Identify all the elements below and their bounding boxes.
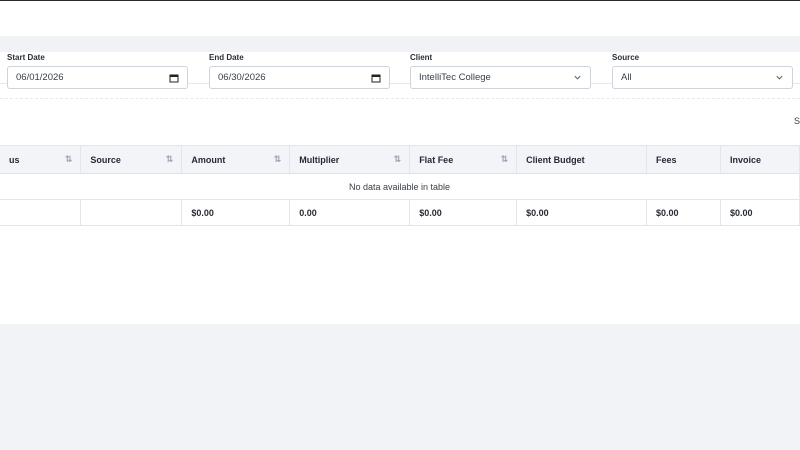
total-invoice: $0.00 (720, 199, 800, 226)
source-label: Source (612, 53, 640, 62)
total-source (80, 199, 183, 226)
column-flat-fee[interactable]: Flat Fee ⇅ (409, 145, 518, 174)
top-bar (0, 0, 800, 36)
calendar-icon[interactable] (371, 73, 381, 83)
end-date-input[interactable]: 06/30/2026 (209, 66, 390, 89)
empty-row: No data available in table (0, 173, 800, 200)
empty-message: No data available in table (0, 173, 800, 200)
calendar-icon[interactable] (169, 73, 179, 83)
sort-icon[interactable]: ⇅ (394, 154, 401, 165)
start-date-value: 06/01/2026 (16, 72, 64, 83)
column-multiplier[interactable]: Multiplier ⇅ (289, 145, 411, 174)
total-fees: $0.00 (646, 199, 721, 226)
chevron-down-icon (573, 73, 582, 82)
end-date-filter: End Date 06/30/2026 (209, 53, 390, 89)
column-invoice: Invoice (720, 145, 800, 174)
start-date-input[interactable]: 06/01/2026 (7, 66, 188, 89)
column-status[interactable]: us ⇅ (0, 145, 82, 174)
total-flat-fee: $0.00 (409, 199, 518, 226)
column-client-budget: Client Budget (516, 145, 648, 174)
chevron-down-icon (775, 73, 784, 82)
table-header-row: us ⇅ Source ⇅ Amount ⇅ Multiplier ⇅ Flat Fee… (0, 145, 800, 174)
end-date-label: End Date (209, 53, 244, 62)
start-date-filter: Start Date 06/01/2026 (7, 53, 188, 89)
report-table: us ⇅ Source ⇅ Amount ⇅ Multiplier ⇅ Flat Fee… (0, 145, 800, 226)
end-date-value: 06/30/2026 (218, 72, 266, 83)
client-value: IntelliTec College (419, 72, 491, 83)
sort-icon[interactable]: ⇅ (501, 154, 508, 165)
total-amount: $0.00 (181, 199, 291, 226)
search-label: S (793, 116, 800, 126)
column-source[interactable]: Source ⇅ (80, 145, 183, 174)
start-date-label: Start Date (7, 53, 45, 62)
total-client-budget: $0.00 (516, 199, 648, 226)
client-filter: Client IntelliTec College (410, 53, 591, 89)
column-fees: Fees (646, 145, 721, 174)
source-value: All (621, 72, 632, 83)
client-select[interactable]: IntelliTec College (410, 66, 591, 89)
source-filter: Source All (612, 53, 793, 89)
filter-divider (0, 98, 800, 99)
sort-icon[interactable]: ⇅ (65, 154, 72, 165)
sort-icon[interactable]: ⇅ (274, 154, 281, 165)
total-multiplier: 0.00 (289, 199, 411, 226)
column-amount[interactable]: Amount ⇅ (181, 145, 291, 174)
header-band (0, 36, 800, 52)
total-status (0, 199, 82, 226)
sort-icon[interactable]: ⇅ (166, 154, 173, 165)
client-label: Client (410, 53, 433, 62)
source-select[interactable]: All (612, 66, 793, 89)
totals-row: $0.00 0.00 $0.00 $0.00 $0.00 $0.00 (0, 199, 800, 226)
